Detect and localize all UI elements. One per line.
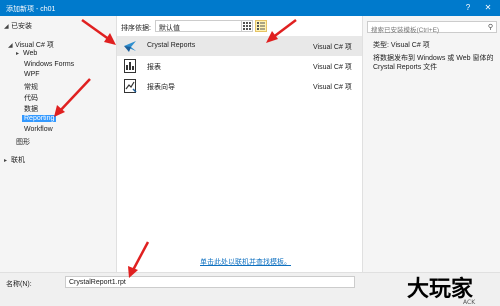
sort-label: 排序依据: (121, 25, 151, 32)
tree-item-online[interactable]: ▸ 联机 (4, 155, 25, 165)
template-type: Visual C# 项 (313, 84, 352, 91)
tree-item-code[interactable]: 代码 (24, 93, 38, 103)
installed-node[interactable]: ◢ 已安装 (4, 21, 32, 31)
tree-item-label: Web (23, 50, 38, 57)
template-name: Crystal Reports (147, 42, 196, 49)
type-info: 类型: Visual C# 项 (373, 40, 430, 50)
list-view-icon[interactable] (255, 20, 267, 32)
search-placeholder: 搜索已安装模板(Ctrl+E) (371, 27, 440, 34)
svg-text:ACK: ACK (463, 299, 476, 306)
template-row-report-wizard[interactable]: 报表向导 Visual C# 项 (117, 76, 362, 96)
search-icon[interactable]: ⚲ (488, 23, 493, 31)
category-tree: ◢ 已安装 ◢ Visual C# 项 ▸ Web Windows Forms WPF… (0, 16, 117, 272)
help-button[interactable]: ? (460, 0, 476, 16)
name-input[interactable]: CrystalReport1.rpt (65, 276, 355, 288)
tree-item-label: Visual C# 项 (15, 42, 54, 49)
tree-item-web[interactable]: ▸ Web (16, 50, 37, 57)
template-description: 将数据发布到 Windows 或 Web 窗体的 Crystal Reports… (373, 55, 494, 71)
watermark-logo: 大玩家 ACK (401, 272, 500, 306)
expand-arrow-icon: ▸ (16, 51, 20, 57)
find-online-templates-link[interactable]: 单击此处以联机并查找模板。 (200, 257, 291, 267)
tree-item-reporting[interactable]: Reporting (22, 115, 57, 122)
name-label: 名称(N): (6, 281, 32, 288)
tree-item-workflow[interactable]: Workflow (24, 126, 53, 133)
tree-item-label: 联机 (11, 157, 25, 164)
template-name: 报表向导 (147, 84, 175, 91)
close-button[interactable]: ✕ (480, 0, 496, 16)
template-list: Crystal Reports Visual C# 项 报表 Visual C#… (117, 36, 362, 272)
tree-item-windows-forms[interactable]: Windows Forms (24, 61, 74, 68)
tree-item-data[interactable]: 数据 (24, 104, 38, 114)
tree-item-graphics[interactable]: 图形 (16, 137, 30, 147)
tree-item-wpf[interactable]: WPF (24, 71, 40, 78)
grid-view-icon[interactable] (241, 20, 253, 32)
template-name: 报表 (147, 64, 161, 71)
template-type: Visual C# 项 (313, 64, 352, 71)
tree-item-visual-csharp[interactable]: ◢ Visual C# 项 (8, 40, 54, 50)
sort-toolbar: 排序依据: 默认值 ▾ (117, 16, 362, 36)
type-value: Visual C# 项 (390, 42, 430, 49)
tree-item-general[interactable]: 常规 (24, 82, 38, 92)
installed-label: 已安装 (11, 23, 32, 30)
sort-dropdown[interactable]: 默认值 ▾ (155, 20, 251, 32)
report-icon (123, 59, 137, 73)
details-panel: 搜索已安装模板(Ctrl+E) ⚲ 类型: Visual C# 项 将数据发布到… (362, 16, 500, 272)
search-input[interactable]: 搜索已安装模板(Ctrl+E) ⚲ (367, 21, 497, 34)
template-row-crystal-reports[interactable]: Crystal Reports Visual C# 项 (117, 36, 362, 56)
collapse-arrow-icon: ◢ (8, 43, 13, 49)
collapse-arrow-icon: ◢ (4, 24, 9, 30)
report-wizard-icon (123, 79, 137, 93)
template-type: Visual C# 项 (313, 44, 352, 51)
type-label: 类型: (373, 42, 389, 49)
window-title: 添加新项 - ch01 (6, 6, 56, 13)
sort-value: 默认值 (159, 25, 180, 32)
expand-arrow-icon: ▸ (4, 158, 8, 164)
title-bar: 添加新项 - ch01 ? ✕ (0, 0, 500, 16)
crystal-reports-icon (123, 39, 137, 53)
template-row-report[interactable]: 报表 Visual C# 项 (117, 56, 362, 76)
